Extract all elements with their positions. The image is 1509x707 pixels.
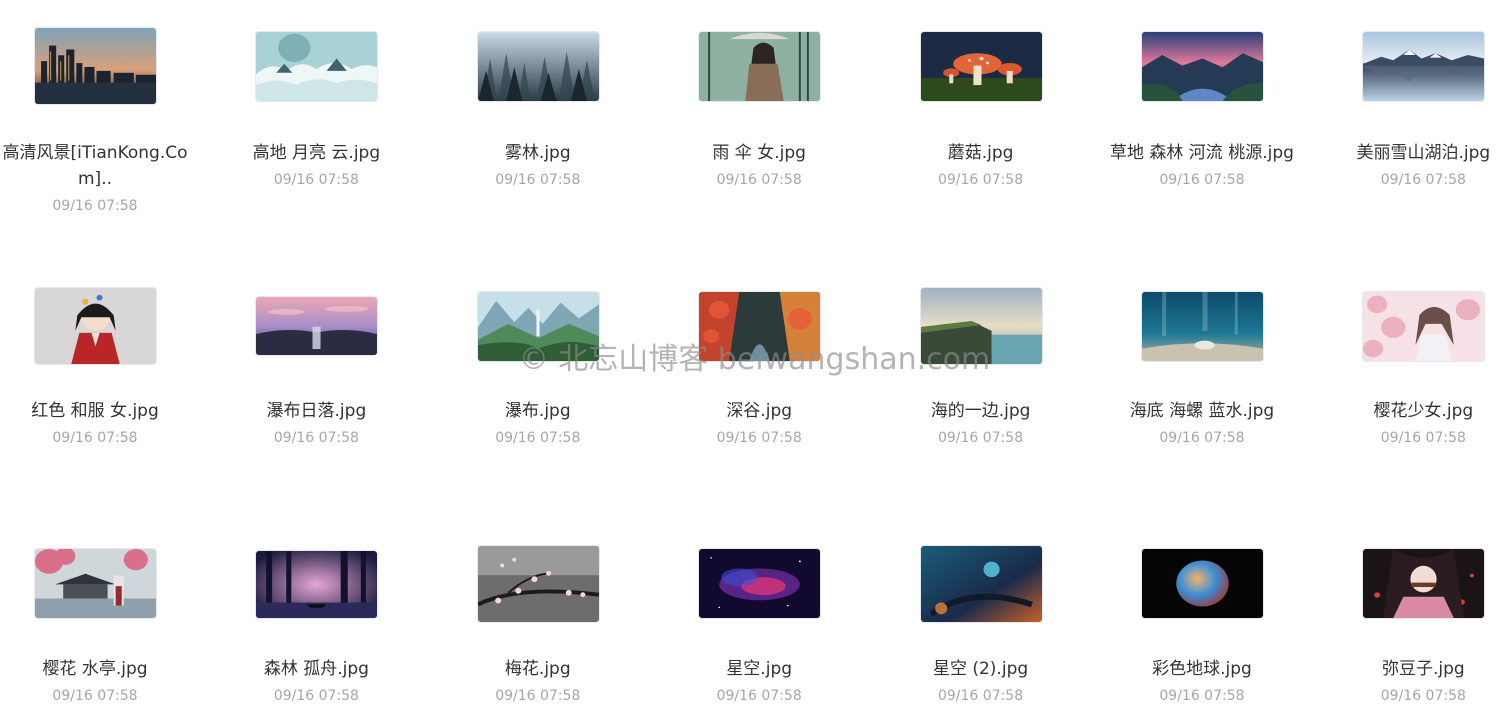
file-thumbnail-waterfall-valley[interactable] [476, 291, 600, 362]
file-name[interactable]: 梅花.jpg [443, 656, 633, 682]
file-thumbnail-nebula[interactable] [698, 548, 822, 619]
file-item[interactable]: 森林 孤舟.jpg 09/16 07:58 [221, 516, 442, 707]
file-name[interactable]: 草地 森林 河流 桃源.jpg [1107, 140, 1297, 166]
file-item[interactable]: 梅花.jpg 09/16 07:58 [443, 516, 664, 707]
file-name[interactable]: 樱花 水亭.jpg [0, 656, 190, 682]
file-thumbnail-forest-boat[interactable] [255, 550, 379, 619]
file-thumbnail-meadow-river[interactable] [1140, 31, 1264, 102]
file-thumbnail-deep-valley[interactable] [698, 291, 822, 362]
file-date: 09/16 07:58 [495, 430, 581, 446]
file-date: 09/16 07:58 [495, 172, 581, 188]
file-thumbnail-nezuko[interactable] [1362, 548, 1486, 619]
file-name[interactable]: 樱花少女.jpg [1328, 398, 1509, 424]
file-date: 09/16 07:58 [716, 688, 802, 704]
file-thumbnail-sakura-girl[interactable] [1362, 291, 1486, 362]
file-date: 09/16 07:58 [1159, 688, 1245, 704]
file-item[interactable]: 海底 海螺 蓝水.jpg 09/16 07:58 [1107, 258, 1328, 516]
file-name[interactable]: 雾林.jpg [443, 140, 633, 166]
file-thumbnail-underwater-shell[interactable] [1140, 291, 1264, 362]
file-name[interactable]: 弥豆子.jpg [1328, 656, 1509, 682]
file-item[interactable]: 雾林.jpg 09/16 07:58 [443, 0, 664, 258]
file-thumbnail-colorful-planet[interactable] [1140, 548, 1264, 619]
file-thumbnail-mushrooms[interactable] [919, 31, 1043, 102]
file-name[interactable]: 星空 (2).jpg [886, 656, 1076, 682]
file-date: 09/16 07:58 [716, 172, 802, 188]
file-item[interactable]: 彩色地球.jpg 09/16 07:58 [1107, 516, 1328, 707]
file-date: 09/16 07:58 [937, 172, 1024, 188]
file-grid: 高清风景[iTianKong.Com].. 09/16 07:58 高地 月亮 云.… [0, 0, 1509, 707]
file-thumbnail-snow-lake[interactable] [1362, 31, 1486, 102]
file-item[interactable]: 高清风景[iTianKong.Com].. 09/16 07:58 [0, 0, 221, 258]
file-date: 09/16 07:58 [1159, 172, 1245, 188]
file-thumbnail-girl-umbrella[interactable] [698, 31, 822, 102]
file-item[interactable]: 高地 月亮 云.jpg 09/16 07:58 [221, 0, 442, 258]
file-item[interactable]: 美丽雪山湖泊.jpg 09/16 07:58 [1328, 0, 1509, 258]
file-name[interactable]: 瀑布日落.jpg [221, 398, 411, 424]
file-item[interactable]: 深谷.jpg 09/16 07:58 [664, 258, 885, 516]
file-thumbnail-misty-forest[interactable] [476, 31, 600, 102]
file-thumbnail-moon-clouds[interactable] [255, 31, 379, 102]
file-name[interactable]: 森林 孤舟.jpg [221, 656, 411, 682]
file-date: 09/16 07:58 [1380, 688, 1466, 704]
file-date: 09/16 07:58 [1380, 430, 1466, 446]
file-item[interactable]: 雨 伞 女.jpg 09/16 07:58 [664, 0, 885, 258]
file-item[interactable]: 樱花 水亭.jpg 09/16 07:58 [0, 516, 221, 707]
file-name[interactable]: 海的一边.jpg [886, 398, 1076, 424]
file-item[interactable]: 瀑布日落.jpg 09/16 07:58 [221, 258, 442, 516]
file-item[interactable]: 星空 (2).jpg 09/16 07:58 [886, 516, 1107, 707]
file-name[interactable]: 彩色地球.jpg [1107, 656, 1297, 682]
file-item[interactable]: 弥豆子.jpg 09/16 07:58 [1328, 516, 1509, 707]
file-name[interactable]: 美丽雪山湖泊.jpg [1328, 140, 1509, 166]
file-name[interactable]: 蘑菇.jpg [886, 140, 1076, 166]
file-item[interactable]: 海的一边.jpg 09/16 07:58 [886, 258, 1107, 516]
file-date: 09/16 07:58 [273, 172, 359, 188]
file-date: 09/16 07:58 [273, 688, 359, 704]
file-date: 09/16 07:58 [52, 688, 138, 704]
file-thumbnail-plum-blossom[interactable] [476, 545, 600, 623]
file-date: 09/16 07:58 [937, 430, 1024, 446]
file-thumbnail-sea-cliff[interactable] [919, 287, 1043, 365]
file-item[interactable]: 瀑布.jpg 09/16 07:58 [443, 258, 664, 516]
file-name[interactable]: 瀑布.jpg [443, 398, 633, 424]
file-date: 09/16 07:58 [937, 688, 1024, 704]
file-thumbnail-waterfall-sunset[interactable] [255, 296, 379, 356]
file-date: 09/16 07:58 [1159, 430, 1245, 446]
file-item[interactable]: 星空.jpg 09/16 07:58 [664, 516, 885, 707]
file-name[interactable]: 高清风景[iTianKong.Com].. [0, 140, 190, 192]
file-item[interactable]: 红色 和服 女.jpg 09/16 07:58 [0, 258, 221, 516]
file-name[interactable]: 雨 伞 女.jpg [664, 140, 854, 166]
file-name[interactable]: 深谷.jpg [664, 398, 854, 424]
file-date: 09/16 07:58 [273, 430, 359, 446]
file-item[interactable]: 樱花少女.jpg 09/16 07:58 [1328, 258, 1509, 516]
file-date: 09/16 07:58 [716, 430, 802, 446]
file-date: 09/16 07:58 [495, 688, 581, 704]
file-thumbnail-space-planets[interactable] [919, 545, 1043, 623]
file-item[interactable]: 草地 森林 河流 桃源.jpg 09/16 07:58 [1107, 0, 1328, 258]
file-name[interactable]: 高地 月亮 云.jpg [221, 140, 411, 166]
file-name[interactable]: 星空.jpg [664, 656, 854, 682]
file-thumbnail-city-night-skyline[interactable] [34, 27, 157, 105]
file-name[interactable]: 海底 海螺 蓝水.jpg [1107, 398, 1297, 424]
file-thumbnail-kimono-girl[interactable] [34, 287, 157, 365]
file-date: 09/16 07:58 [52, 430, 138, 446]
file-thumbnail-sakura-pavilion[interactable] [34, 548, 157, 619]
file-date: 09/16 07:58 [1380, 172, 1466, 188]
file-name[interactable]: 红色 和服 女.jpg [0, 398, 190, 424]
file-date: 09/16 07:58 [52, 198, 138, 214]
file-item[interactable]: 蘑菇.jpg 09/16 07:58 [886, 0, 1107, 258]
